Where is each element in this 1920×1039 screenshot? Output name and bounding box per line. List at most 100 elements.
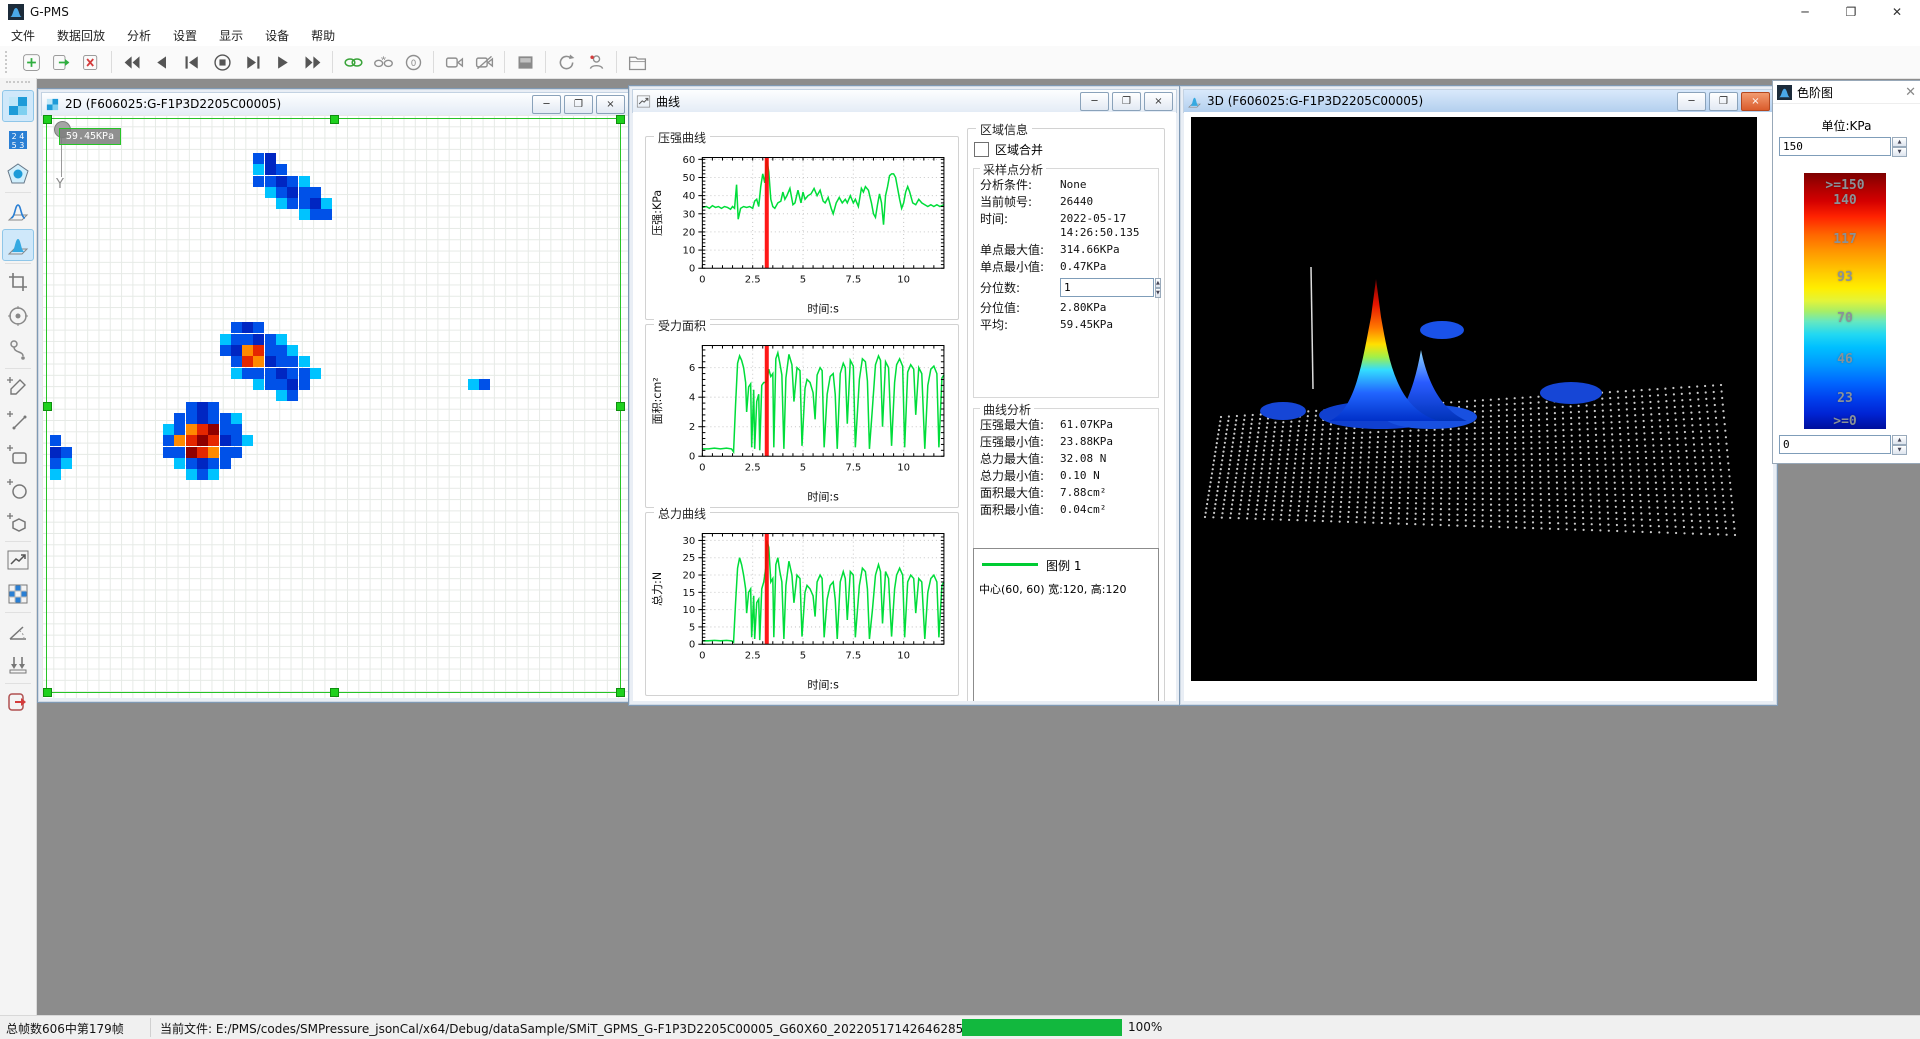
color-scale-max-spinner[interactable]: ▲▼ — [1892, 137, 1907, 156]
tool-sample-path[interactable] — [2, 334, 34, 366]
svg-text:5: 5 — [800, 462, 806, 473]
selection-handle[interactable] — [616, 115, 625, 124]
maximize-window-button[interactable]: ❐ — [1828, 0, 1874, 24]
tool-show-grid[interactable] — [2, 578, 34, 610]
window-3d-minimize-button[interactable]: ─ — [1677, 92, 1706, 111]
quantile-input[interactable] — [1060, 278, 1154, 297]
svg-text:0: 0 — [699, 274, 705, 285]
selection-handle[interactable] — [330, 115, 339, 124]
window-curves-minimize-button[interactable]: ─ — [1080, 92, 1109, 111]
region-merge-checkbox[interactable] — [974, 142, 989, 157]
record-video-off-button[interactable] — [471, 49, 497, 75]
color-scale-max-input[interactable] — [1779, 137, 1891, 156]
toolbar-separator — [545, 51, 546, 73]
user-button[interactable] — [583, 49, 609, 75]
menu-2[interactable]: 分析 — [116, 25, 162, 46]
window-3d-title-bar[interactable]: 3D (F606025:G-F1P3D2205C00005) ─ ❐ × — [1183, 89, 1774, 113]
tool-crop-region[interactable] — [2, 266, 34, 298]
first-frame-button[interactable] — [179, 49, 205, 75]
menu-1[interactable]: 数据回放 — [46, 25, 116, 46]
tool-show-curves[interactable] — [2, 544, 34, 576]
pressure-map-2d[interactable]: 59.45KPa Y — [42, 115, 628, 698]
spinner-up-icon[interactable]: ▲ — [1155, 278, 1161, 288]
window-curves-restore-button[interactable]: ❐ — [1112, 92, 1141, 111]
selection-handle[interactable] — [616, 402, 625, 411]
window-2d-title-bar[interactable]: 2D (F606025:G-F1P3D2205C00005) ─ ❐ × — [41, 92, 629, 116]
refresh-button[interactable] — [553, 49, 579, 75]
window-3d-close-button[interactable]: × — [1741, 92, 1770, 111]
fast-forward-button[interactable] — [299, 49, 325, 75]
color-scale-close-icon[interactable]: ✕ — [1905, 85, 1916, 100]
window-curves-title-bar[interactable]: 曲线 ─ ❐ × — [632, 89, 1177, 113]
tool-view-numeric[interactable]: 2 45 3 — [2, 124, 34, 156]
tool-view-3d-wireframe[interactable] — [2, 195, 34, 227]
legend-name: 图例 1 — [1046, 557, 1081, 574]
selection-rectangle[interactable] — [46, 118, 621, 693]
tool-add-polygon[interactable] — [2, 507, 34, 539]
menu-3[interactable]: 设置 — [162, 25, 208, 46]
new-button[interactable] — [18, 49, 44, 75]
curves-body: 压强曲线 010203040506002.557.510时间:s压强:KPa 受… — [633, 112, 1176, 701]
color-scale-tick-label: 46 — [1804, 352, 1886, 367]
color-scale-min-input[interactable] — [1779, 435, 1891, 454]
menu-4[interactable]: 显示 — [208, 25, 254, 46]
unlink-button[interactable] — [370, 49, 396, 75]
info-row: 分位值:2.80KPa — [980, 301, 1152, 315]
minimize-window-button[interactable]: ─ — [1782, 0, 1828, 24]
open-folder-button[interactable] — [624, 49, 650, 75]
window-curves-close-button[interactable]: × — [1144, 92, 1173, 111]
screen-button[interactable] — [512, 49, 538, 75]
close-window-button[interactable]: ✕ — [1874, 0, 1920, 24]
info-row: 压强最小值:23.88KPa — [980, 435, 1152, 449]
menu-0[interactable]: 文件 — [0, 25, 46, 46]
color-scale-min-spinner[interactable]: ▲▼ — [1892, 435, 1907, 454]
timer-button[interactable]: 0 — [400, 49, 426, 75]
selection-handle[interactable] — [616, 688, 625, 697]
export-button[interactable] — [48, 49, 74, 75]
selection-handle[interactable] — [43, 688, 52, 697]
stop-button[interactable] — [209, 49, 235, 75]
delete-button[interactable] — [78, 49, 104, 75]
window-2d-restore-button[interactable]: ❐ — [564, 95, 593, 114]
blue-blob-right — [1540, 382, 1602, 404]
tool-sample-point[interactable] — [2, 300, 34, 332]
sidebar-gripper[interactable] — [6, 81, 30, 87]
info-row: 面积最大值:7.88cm² — [980, 486, 1152, 500]
tool-angle-measure[interactable] — [2, 615, 34, 647]
record-video-button[interactable] — [441, 49, 467, 75]
info-row: 时间:2022-05-17 14:26:50.135 — [980, 212, 1152, 240]
svg-text:0: 0 — [699, 462, 705, 473]
color-scale-tick-label: >=150 — [1804, 178, 1886, 193]
window-2d-close-button[interactable]: × — [596, 95, 625, 114]
selection-handle[interactable] — [330, 688, 339, 697]
menu-6[interactable]: 帮助 — [300, 25, 346, 46]
window-2d-minimize-button[interactable]: ─ — [532, 95, 561, 114]
surface-3d-view[interactable] — [1191, 117, 1757, 681]
tool-view-3d[interactable] — [2, 229, 34, 261]
quantile-spinner[interactable]: ▲▼ — [1155, 278, 1161, 297]
play-button[interactable] — [269, 49, 295, 75]
color-scale-title-bar[interactable]: 色阶图 ✕ — [1773, 81, 1920, 104]
tool-draw-free[interactable] — [2, 371, 34, 403]
link-button[interactable] — [340, 49, 366, 75]
selection-handle[interactable] — [43, 115, 52, 124]
last-frame-button[interactable] — [239, 49, 265, 75]
tool-export-data[interactable] — [2, 686, 34, 718]
tool-add-line[interactable] — [2, 405, 34, 437]
menu-5[interactable]: 设备 — [254, 25, 300, 46]
tool-add-rect[interactable] — [2, 439, 34, 471]
toolbar-gripper[interactable] — [5, 51, 11, 73]
step-back-button[interactable] — [149, 49, 175, 75]
spinner-down-icon[interactable]: ▼ — [1155, 288, 1161, 298]
tool-baseline-align[interactable] — [2, 649, 34, 681]
tool-view-contour[interactable] — [2, 158, 34, 190]
tool-view-2d[interactable] — [2, 90, 34, 122]
rewind-button[interactable] — [119, 49, 145, 75]
selection-handle[interactable] — [43, 402, 52, 411]
svg-text:2: 2 — [689, 422, 695, 433]
svg-text:时间:s: 时间:s — [807, 303, 839, 316]
window-3d-restore-button[interactable]: ❐ — [1709, 92, 1738, 111]
tool-add-circle[interactable] — [2, 473, 34, 505]
svg-text:30: 30 — [683, 209, 696, 220]
legend-region-detail: 中心(60, 60) 宽:120, 高:120 — [979, 581, 1126, 597]
